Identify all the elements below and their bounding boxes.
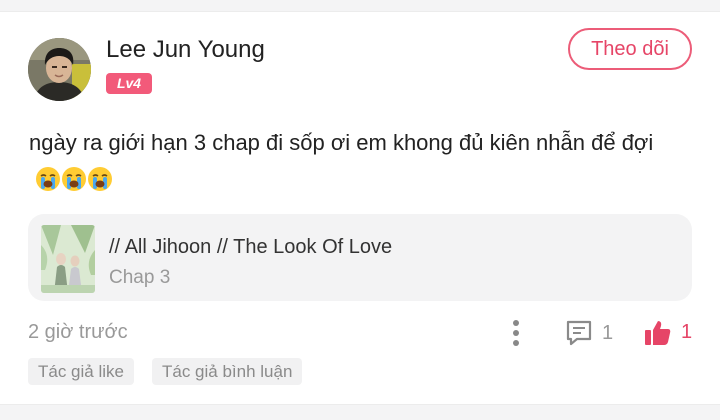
loudly-crying-face-icon [62, 167, 86, 191]
thumbs-up-icon [645, 320, 671, 345]
tag-author-like[interactable]: Tác giả like [28, 358, 134, 385]
tag-author-comment[interactable]: Tác giả bình luận [152, 358, 303, 385]
follow-button[interactable]: Theo dõi [568, 28, 692, 70]
story-cover-image [41, 225, 95, 293]
comment-post: Lee Jun Young Lv4 Theo dõi ngày ra giới … [0, 12, 720, 404]
comment-text: ngày ra giới hạn 3 chap đi sốp ơi em kho… [29, 125, 699, 203]
story-title: // All Jihoon // The Look Of Love [109, 236, 393, 258]
comment-count: 1 [602, 321, 614, 344]
story-chapter: Chap 3 [109, 267, 171, 288]
loudly-crying-face-icon [36, 167, 60, 191]
more-vertical-icon [513, 320, 519, 346]
more-options-button[interactable] [505, 318, 527, 348]
author-name[interactable]: Lee Jun Young [106, 36, 265, 64]
story-card[interactable]: // All Jihoon // The Look Of Love Chap 3 [28, 214, 692, 301]
avatar[interactable] [28, 38, 91, 101]
level-badge: Lv4 [106, 73, 152, 94]
bottom-divider [0, 404, 720, 420]
comment-button[interactable]: 1 [564, 316, 613, 350]
comment-text-body: ngày ra giới hạn 3 chap đi sốp ơi em kho… [29, 130, 654, 155]
top-divider [0, 0, 720, 12]
timestamp: 2 giờ trước [28, 321, 128, 343]
like-count: 1 [681, 320, 693, 343]
loudly-crying-face-icon [88, 167, 112, 191]
like-button[interactable]: 1 [643, 315, 692, 349]
emoji-group [35, 166, 113, 203]
comment-icon [566, 320, 592, 346]
